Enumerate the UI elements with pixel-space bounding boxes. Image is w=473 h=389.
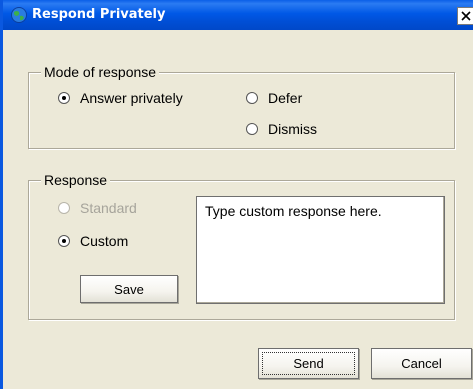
radio-custom[interactable]: Custom bbox=[58, 233, 128, 249]
radio-label: Standard bbox=[80, 200, 137, 216]
title-bar[interactable]: Respond Privately bbox=[3, 0, 473, 30]
cancel-button-label: Cancel bbox=[401, 356, 442, 371]
radio-label: Answer privately bbox=[80, 90, 183, 106]
radio-label: Defer bbox=[268, 90, 303, 106]
cancel-button[interactable]: Cancel bbox=[371, 348, 472, 379]
radio-dismiss[interactable]: Dismiss bbox=[246, 121, 317, 137]
mode-of-response-group bbox=[28, 72, 455, 149]
mode-of-response-label: Mode of response bbox=[41, 64, 160, 80]
radio-defer[interactable]: Defer bbox=[246, 90, 302, 106]
radio-standard[interactable]: Standard bbox=[58, 200, 137, 216]
radio-label: Dismiss bbox=[268, 121, 317, 137]
response-label: Response bbox=[41, 172, 111, 188]
send-button-label: Send bbox=[293, 356, 324, 371]
custom-response-textarea[interactable]: Type custom response here. bbox=[196, 196, 445, 304]
radio-indicator bbox=[58, 235, 70, 247]
radio-indicator bbox=[58, 202, 70, 214]
radio-indicator bbox=[58, 92, 70, 104]
save-button-label: Save bbox=[114, 281, 144, 297]
save-button[interactable]: Save bbox=[80, 275, 178, 303]
radio-indicator bbox=[246, 123, 258, 135]
send-button[interactable]: Send bbox=[258, 348, 359, 379]
radio-answer-privately[interactable]: Answer privately bbox=[58, 90, 183, 106]
window-title: Respond Privately bbox=[32, 7, 166, 22]
dialog-window: Respond Privately Mode of response Answe… bbox=[0, 0, 473, 389]
globe-icon bbox=[11, 7, 27, 23]
radio-indicator bbox=[246, 92, 258, 104]
close-button[interactable] bbox=[457, 7, 473, 25]
radio-label: Custom bbox=[80, 233, 129, 249]
custom-response-text: Type custom response here. bbox=[205, 203, 382, 219]
close-icon bbox=[461, 11, 471, 21]
